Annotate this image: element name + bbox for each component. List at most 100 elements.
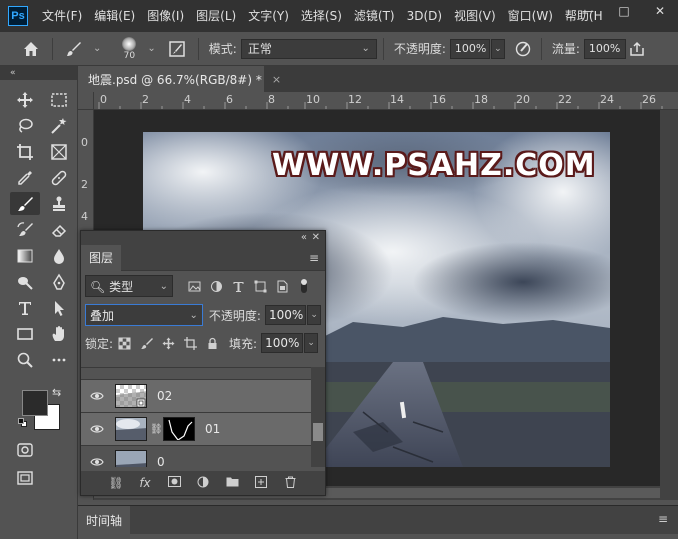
ruler-origin[interactable]	[78, 92, 94, 110]
filter-toggle-icon[interactable]	[293, 279, 315, 293]
link-layers-icon[interactable]: ⛓	[107, 476, 125, 490]
zoom-tool-icon[interactable]	[10, 348, 40, 371]
photoshop-logo-icon[interactable]: Ps	[8, 6, 28, 26]
visibility-eye-icon[interactable]	[81, 391, 113, 401]
menu-layer[interactable]: 图层(L)	[190, 0, 242, 32]
brush-tool-preset-icon[interactable]	[59, 37, 89, 60]
menu-window[interactable]: 窗口(W)	[502, 0, 559, 32]
close-tab-icon[interactable]: ×	[272, 73, 281, 86]
panel-menu-icon[interactable]: ≡	[658, 512, 668, 526]
tab-timeline[interactable]: 时间轴	[78, 506, 130, 534]
layer-style-fx-icon[interactable]: fx	[136, 476, 154, 490]
collapse-toolbar-icon[interactable]: «	[0, 66, 77, 80]
quick-mask-icon[interactable]	[10, 438, 40, 461]
maximize-button[interactable]: □	[606, 0, 642, 22]
layer-opacity-dropdown[interactable]: ⌄	[307, 305, 321, 325]
dodge-tool-icon[interactable]	[10, 270, 40, 293]
eyedropper-tool-icon[interactable]	[10, 166, 40, 189]
menu-select[interactable]: 选择(S)	[295, 0, 348, 32]
pen-tool-icon[interactable]	[44, 270, 74, 293]
menu-edit[interactable]: 编辑(E)	[88, 0, 141, 32]
screen-mode-icon[interactable]	[10, 466, 40, 489]
default-colors-icon[interactable]	[18, 418, 27, 427]
menu-image[interactable]: 图像(I)	[141, 0, 190, 32]
opacity-input[interactable]: 100%	[449, 38, 490, 59]
frame-tool-icon[interactable]	[44, 140, 74, 163]
layer-opacity-input[interactable]: 100%	[264, 305, 307, 325]
blend-mode-select[interactable]: 叠加 ⌄	[85, 304, 203, 326]
mode-select[interactable]: 正常 ⌄	[240, 38, 377, 59]
mask-link-icon[interactable]: ⛓	[150, 424, 163, 435]
more-tools-icon[interactable]	[44, 348, 74, 371]
layer-row-02[interactable]: 02	[81, 380, 325, 413]
menu-file[interactable]: 文件(F)	[36, 0, 88, 32]
collapse-panel-icon[interactable]: «	[301, 231, 307, 245]
type-tool-icon[interactable]	[10, 296, 40, 319]
close-panel-icon[interactable]: ✕	[312, 231, 320, 245]
share-icon[interactable]	[626, 37, 648, 60]
chevron-down-icon[interactable]: ⌄	[147, 43, 155, 54]
lock-transparent-pixels-icon[interactable]	[113, 337, 135, 350]
close-button[interactable]: ✕	[642, 0, 678, 22]
menu-filter[interactable]: 滤镜(T)	[348, 0, 401, 32]
brush-size-picker[interactable]: 70	[115, 36, 143, 61]
canvas-vertical-scrollbar[interactable]	[660, 110, 678, 500]
smart-object-filter-icon[interactable]	[271, 280, 293, 293]
minimize-button[interactable]: —	[570, 0, 606, 22]
history-brush-tool-icon[interactable]	[10, 218, 40, 241]
scrollbar-thumb[interactable]	[313, 423, 323, 441]
layer-list-scrollbar[interactable]	[311, 367, 325, 467]
eraser-tool-icon[interactable]	[44, 218, 74, 241]
clone-stamp-tool-icon[interactable]	[44, 192, 74, 215]
lasso-tool-icon[interactable]	[10, 114, 40, 137]
brush-tool-icon[interactable]	[10, 192, 40, 215]
menu-3d[interactable]: 3D(D)	[401, 0, 448, 32]
visibility-eye-icon[interactable]	[81, 424, 113, 434]
new-layer-icon[interactable]	[252, 475, 270, 491]
menu-type[interactable]: 文字(Y)	[242, 0, 295, 32]
type-filter-icon[interactable]	[227, 280, 249, 293]
adjustment-filter-icon[interactable]	[205, 280, 227, 293]
layer-mask-thumbnail[interactable]	[163, 417, 195, 441]
adjustment-layer-icon[interactable]	[194, 476, 212, 491]
layer-row-0[interactable]: 0	[81, 446, 325, 467]
panel-titlebar[interactable]: « ✕	[81, 231, 325, 245]
swap-colors-icon[interactable]: ⇆	[52, 386, 61, 399]
healing-brush-tool-icon[interactable]	[44, 166, 74, 189]
rectangle-tool-icon[interactable]	[10, 322, 40, 345]
tab-layers[interactable]: 图层	[81, 244, 122, 271]
layer-row-01[interactable]: ⛓ 01	[81, 413, 325, 446]
marquee-tool-icon[interactable]	[44, 88, 74, 111]
lock-artboard-icon[interactable]	[179, 336, 201, 350]
lock-all-icon[interactable]	[201, 337, 223, 350]
pressure-opacity-icon[interactable]	[511, 37, 535, 60]
lock-position-icon[interactable]	[157, 337, 179, 350]
panel-menu-icon[interactable]: ≡	[309, 251, 319, 265]
add-mask-icon[interactable]	[165, 476, 183, 490]
pixel-filter-icon[interactable]	[183, 280, 205, 293]
opacity-dropdown[interactable]: ⌄	[490, 38, 505, 59]
gradient-tool-icon[interactable]	[10, 244, 40, 267]
foreground-color-swatch[interactable]	[22, 390, 48, 416]
chevron-down-icon[interactable]: ⌄	[93, 43, 101, 54]
magic-wand-tool-icon[interactable]	[44, 114, 74, 137]
brush-settings-panel-icon[interactable]	[162, 37, 192, 60]
move-tool-icon[interactable]	[10, 88, 40, 111]
delete-layer-trash-icon[interactable]	[281, 476, 299, 491]
menu-view[interactable]: 视图(V)	[448, 0, 502, 32]
visibility-eye-icon[interactable]	[81, 457, 113, 467]
path-selection-tool-icon[interactable]	[44, 296, 74, 319]
home-icon[interactable]	[16, 37, 46, 60]
document-tab[interactable]: 地震.psd @ 66.7%(RGB/8#) * ×	[78, 66, 281, 92]
fill-input[interactable]: 100%	[261, 333, 304, 353]
fill-dropdown[interactable]: ⌄	[304, 333, 319, 353]
flow-input[interactable]: 100%	[583, 38, 626, 59]
horizontal-ruler[interactable]: 0 2 4 6 8 10 12 14 16 18 20 22 24 26	[94, 92, 678, 110]
hand-tool-icon[interactable]	[44, 322, 74, 345]
layer-filter-select[interactable]: 🔍︎ 类型 ⌄	[85, 275, 173, 297]
blur-tool-icon[interactable]	[44, 244, 74, 267]
new-group-folder-icon[interactable]	[223, 476, 241, 490]
shape-filter-icon[interactable]	[249, 280, 271, 293]
crop-tool-icon[interactable]	[10, 140, 40, 163]
lock-image-pixels-icon[interactable]	[135, 337, 157, 350]
